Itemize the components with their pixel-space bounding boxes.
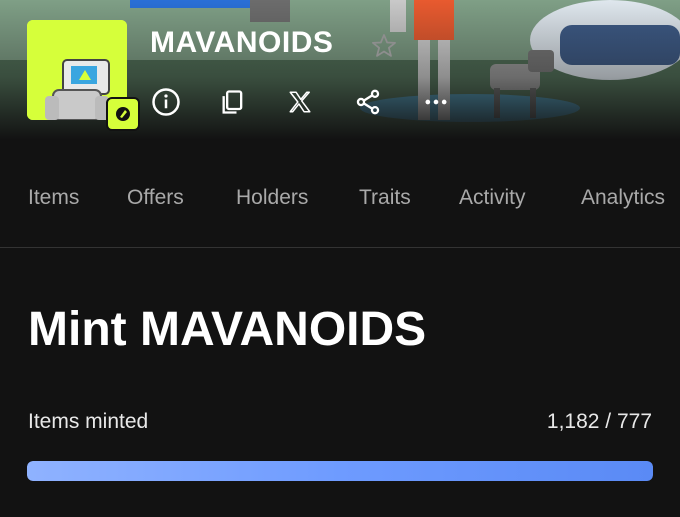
- share-icon: [356, 89, 380, 115]
- info-icon: [152, 88, 180, 116]
- copy-icon: [222, 90, 243, 114]
- collection-tabs: Items Offers Holders Traits Activity Ana…: [0, 170, 680, 230]
- more-button[interactable]: [420, 86, 452, 118]
- info-button[interactable]: [150, 86, 182, 118]
- tab-activity[interactable]: Activity: [459, 186, 526, 210]
- items-minted-label: Items minted: [28, 410, 149, 433]
- tab-items[interactable]: Items: [28, 186, 79, 210]
- tab-offers[interactable]: Offers: [127, 186, 184, 210]
- x-button[interactable]: [284, 86, 316, 118]
- tab-traits[interactable]: Traits: [359, 186, 411, 210]
- tab-analytics[interactable]: Analytics: [581, 186, 665, 210]
- mint-progress-fill: [27, 461, 653, 481]
- pen-icon: [116, 107, 130, 121]
- items-minted-value: 1,182 / 777: [546, 410, 652, 433]
- favorite-star-icon[interactable]: [370, 32, 398, 65]
- tab-holders[interactable]: Holders: [236, 186, 308, 210]
- mint-title: Mint MAVANOIDS: [28, 303, 427, 356]
- x-logo-icon: [289, 91, 311, 113]
- verified-badge: [106, 97, 140, 131]
- more-icon: [425, 99, 447, 105]
- collection-title: MAVANOIDS: [150, 26, 334, 59]
- share-button[interactable]: [352, 86, 384, 118]
- mint-progress-bar: [27, 461, 653, 481]
- tabs-divider: [0, 247, 680, 248]
- copy-button[interactable]: [217, 86, 249, 118]
